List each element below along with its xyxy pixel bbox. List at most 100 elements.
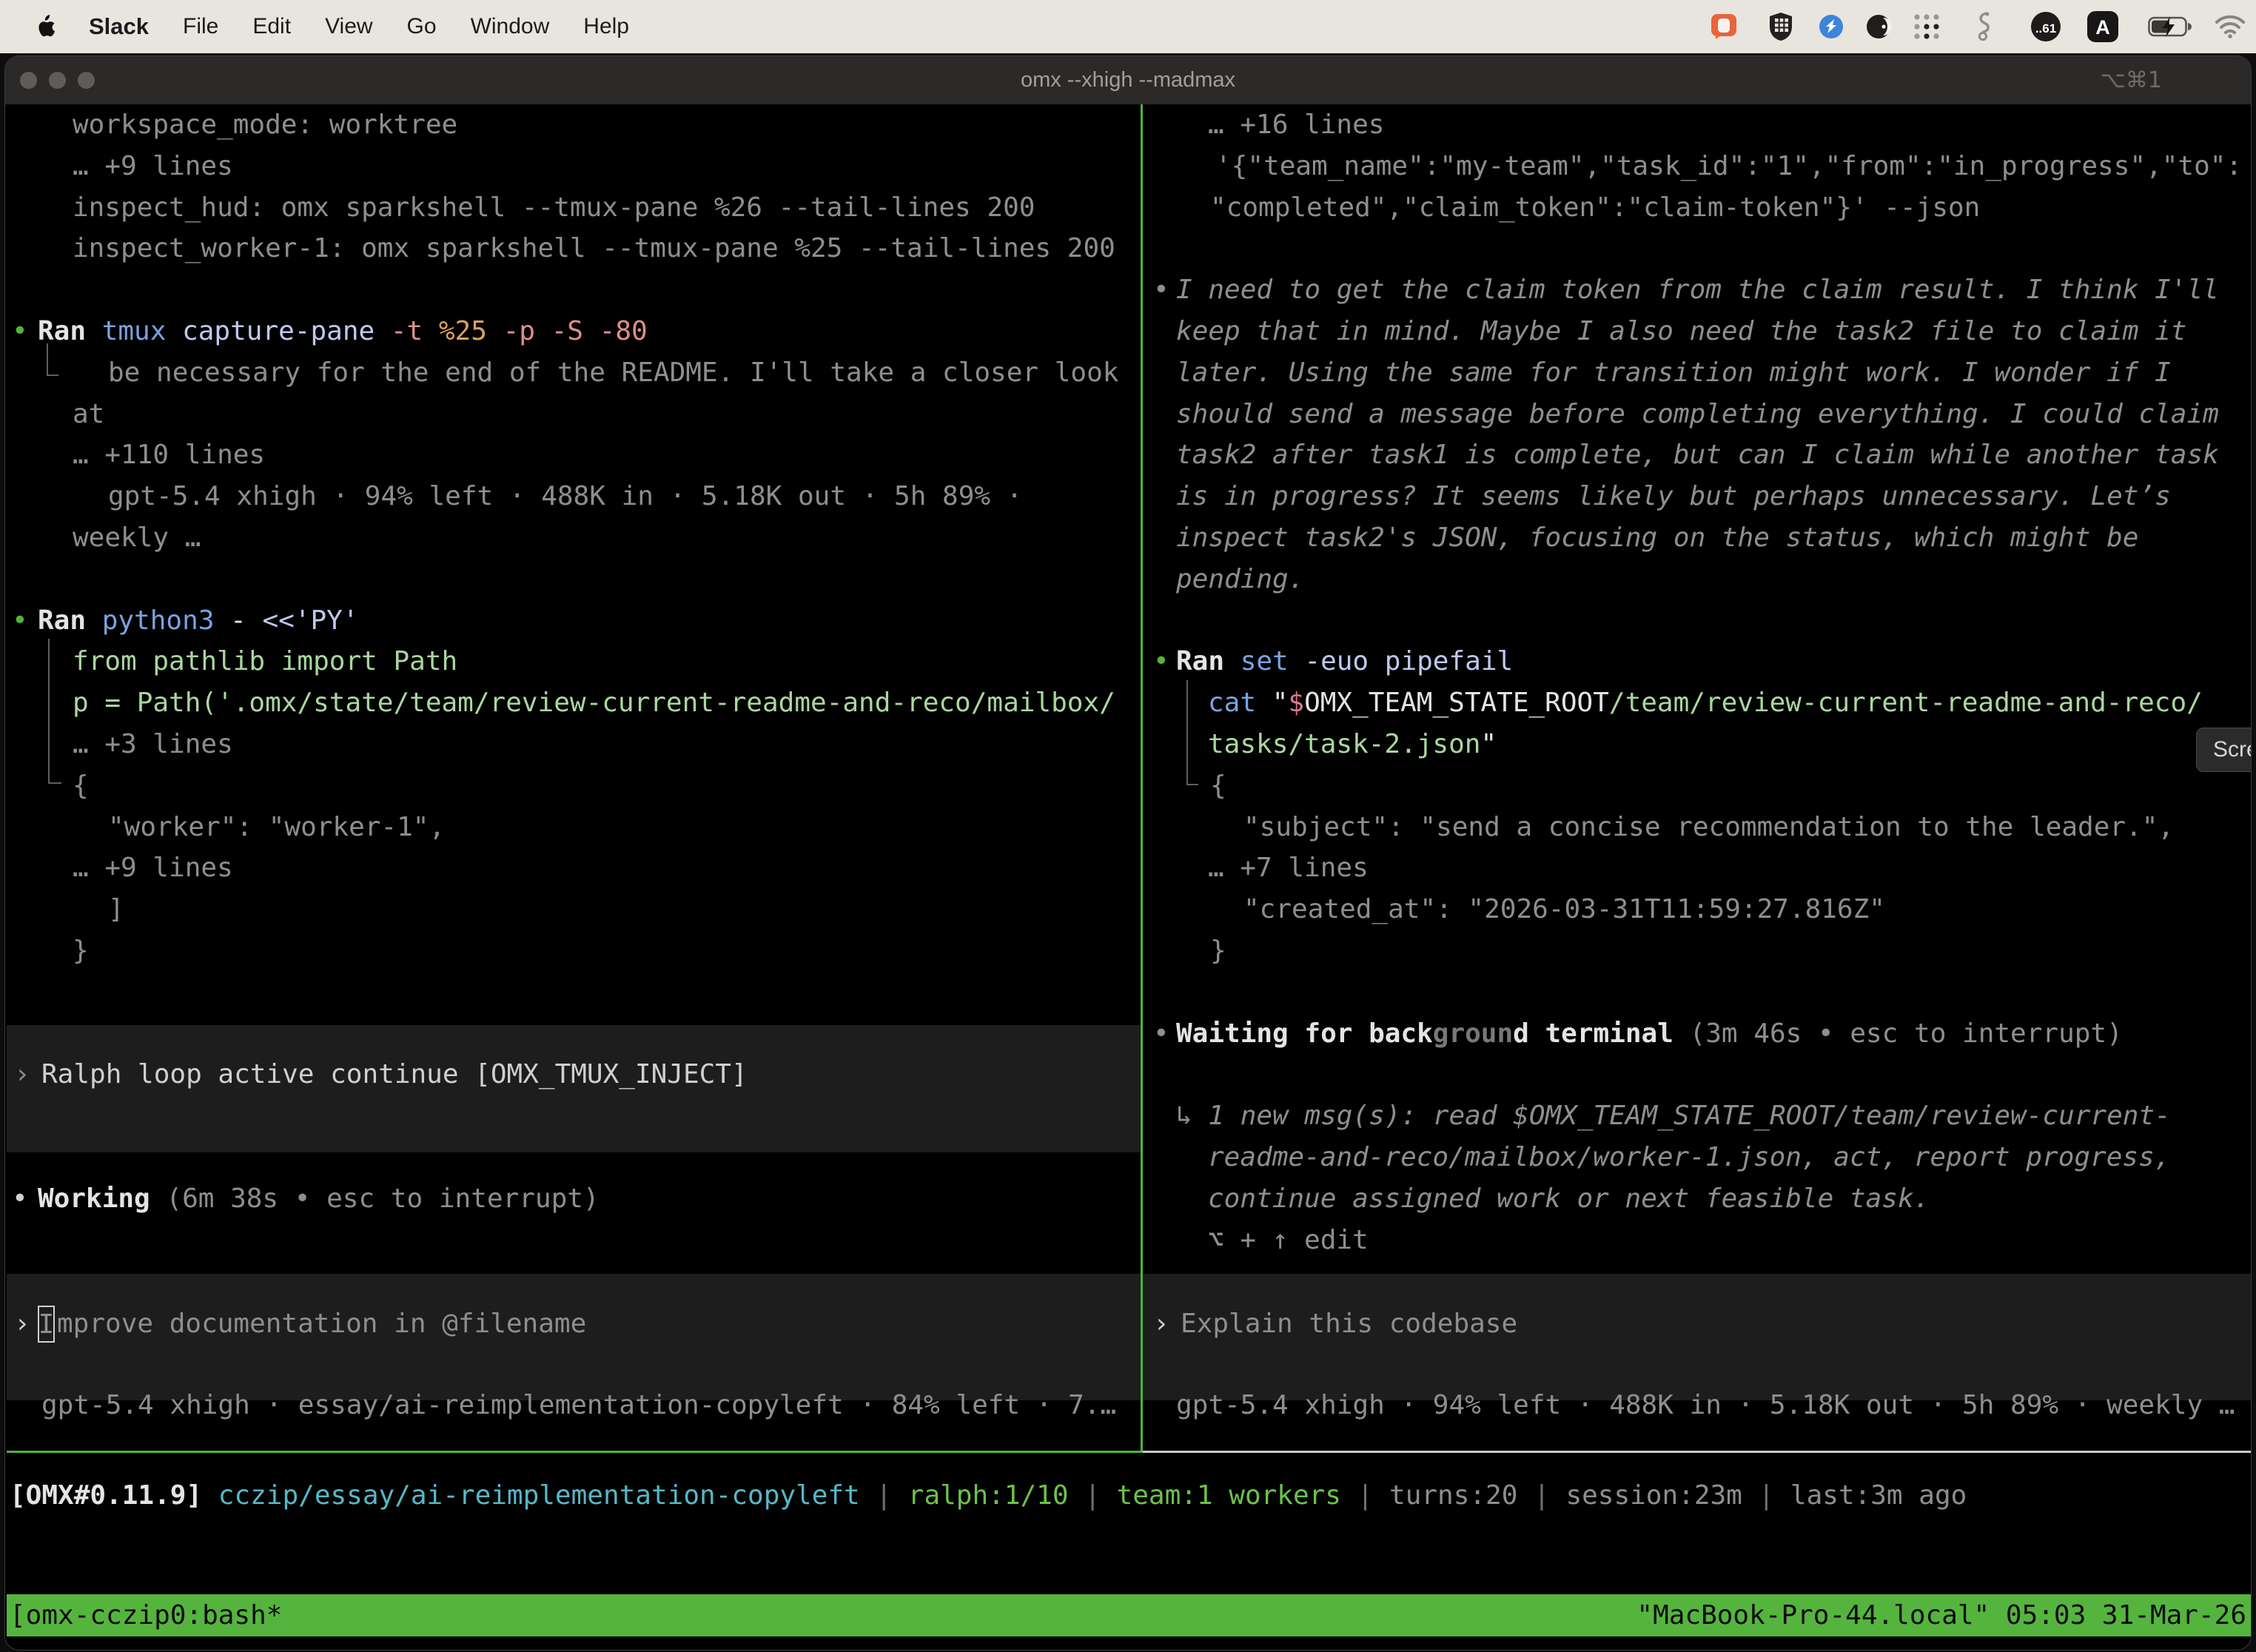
right-pane-line: } — [1210, 930, 1226, 972]
output-connector — [48, 639, 61, 784]
menu-item-file[interactable]: File — [183, 14, 218, 39]
left-pane-line: be necessary for the end of the README. … — [108, 352, 1118, 394]
badge-61-text: ..61 — [2035, 21, 2056, 36]
left-pane-line: weekly … — [73, 517, 201, 559]
right-pane-line: "subject": "send a concise recommendatio… — [1243, 807, 2174, 848]
tmux-session-label: [omx-cczip0:bash* — [7, 1594, 282, 1636]
right-pane-line: should send a message before completing … — [1176, 394, 2219, 435]
omx-bar-segment: [OMX#0.11.9] — [10, 1480, 202, 1511]
left-pane-status: gpt-5.4 xhigh · essay/ai-reimplementatio… — [41, 1385, 1116, 1426]
right-pane-line: later. Using the same for transition mig… — [1176, 352, 2171, 394]
left-input-cursor[interactable]: I — [38, 1306, 55, 1343]
wifi-icon[interactable] — [2215, 15, 2246, 38]
squiggle-icon[interactable] — [1972, 10, 1994, 43]
right-pane-line: • — [1153, 1013, 1169, 1055]
omx-bar-segment: | — [1341, 1480, 1389, 1511]
left-pane-line: … +9 lines — [73, 146, 233, 187]
left-pane-line: } — [73, 930, 89, 972]
tmux-status-bar: [omx-cczip0:bash* "MacBook-Pro-44.local"… — [7, 1594, 2251, 1636]
left-pane-line: … +110 lines — [73, 434, 265, 476]
cursor-char: I — [38, 1309, 55, 1340]
dots-grid-icon[interactable] — [1911, 11, 1942, 42]
left-pane-line: • — [12, 311, 28, 352]
right-input-placeholder[interactable]: Explain this codebase — [1181, 1303, 1517, 1345]
omx-bar-segment — [202, 1480, 218, 1511]
right-pane-line: keep that in mind. Maybe I also need the… — [1176, 311, 2186, 352]
terminal-window: omx --xhigh --madmax ⌥⌘1 workspace_mode:… — [4, 56, 2252, 1651]
dark-crescent-icon[interactable] — [1865, 13, 1892, 40]
left-input-placeholder[interactable]: mprove documentation in @filename — [57, 1303, 586, 1345]
left-pane-line: … +3 lines — [73, 724, 233, 765]
left-pane-border — [7, 1451, 1141, 1453]
left-pane-line: Ran tmux capture-pane -t %25 -p -S -80 — [38, 311, 648, 352]
omx-bar-segment: | — [1742, 1480, 1790, 1511]
left-input-prompt: › — [14, 1303, 30, 1345]
menu-item-go[interactable]: Go — [407, 14, 437, 39]
right-pane-line: Ran set -euo pipefail — [1176, 641, 1513, 682]
left-pane-line: ] — [108, 889, 124, 930]
right-pane-line: tasks/task-2.json" — [1208, 724, 1497, 765]
right-pane-line: continue assigned work or next feasible … — [1208, 1178, 1930, 1220]
chat-app-icon[interactable] — [1710, 13, 1738, 41]
menu-item-view[interactable]: View — [325, 14, 372, 39]
terminal-content: workspace_mode: worktree… +9 linesinspec… — [4, 56, 2252, 1651]
keyboard-a-icon[interactable]: A — [2086, 10, 2120, 44]
right-pane-line: ↳ 1 new msg(s): read $OMX_TEAM_STATE_ROO… — [1176, 1095, 2171, 1137]
right-pane-line: … +7 lines — [1208, 847, 1369, 889]
left-pane-line: • — [12, 1178, 28, 1220]
omx-bar-segment: | — [1517, 1480, 1565, 1511]
keyboard-a-text: A — [2095, 16, 2110, 38]
left-pane-line: inspect_worker-1: omx sparkshell --tmux-… — [73, 228, 1115, 269]
pane-divider[interactable] — [1141, 104, 1143, 1453]
blue-badge-icon[interactable] — [1818, 13, 1844, 40]
left-pane-line: { — [73, 765, 89, 807]
right-pane-border — [1143, 1451, 2251, 1453]
left-pane-line: Working (6m 38s • esc to interrupt) — [38, 1178, 600, 1220]
right-pane-line: is in progress? It seems likely but perh… — [1176, 476, 2171, 517]
omx-bar-segment: turns:20 — [1389, 1480, 1517, 1511]
apple-menu-icon[interactable] — [36, 15, 55, 38]
right-pane-line: "created_at": "2026-03-31T11:59:27.816Z" — [1243, 889, 1885, 930]
right-pane-line: { — [1210, 765, 1226, 807]
right-pane-line: … +16 lines — [1208, 104, 1384, 146]
right-pane-line: Waiting for background terminal (3m 46s … — [1176, 1013, 2123, 1055]
right-pane-line: '{"team_name":"my-team","task_id":"1","f… — [1215, 146, 2242, 187]
badge-61-icon[interactable]: ..61 — [2030, 11, 2062, 42]
left-pane-line: at — [73, 394, 104, 435]
menu-item-help[interactable]: Help — [583, 14, 629, 39]
right-pane-line: task2 after task1 is complete, but can I… — [1176, 434, 2219, 476]
output-connector — [47, 343, 58, 376]
left-pane-line: gpt-5.4 xhigh · 94% left · 488K in · 5.1… — [108, 476, 1022, 517]
menu-app-name[interactable]: Slack — [89, 13, 149, 40]
left-pane-line: … +9 lines — [73, 847, 233, 889]
left-pane-line: • — [12, 600, 28, 642]
right-pane-line: readme-and-reco/mailbox/worker-1.json, a… — [1208, 1137, 2170, 1178]
right-pane-line: cat "$OMX_TEAM_STATE_ROOT/team/review-cu… — [1208, 682, 2203, 724]
omx-bar-segment: team:1 workers — [1117, 1480, 1341, 1511]
omx-bar-segment: | — [1069, 1480, 1117, 1511]
omx-bar-segment: last:3m ago — [1790, 1480, 1967, 1511]
left-pane-line: "worker": "worker-1", — [108, 807, 445, 848]
left-pane-line: p = Path('.omx/state/team/review-current… — [73, 682, 1115, 724]
shield-grid-icon[interactable] — [1767, 12, 1794, 41]
screen-tooltip: Scre — [2196, 728, 2252, 772]
omx-bar-segment: | — [860, 1480, 908, 1511]
left-pane-line: inspect_hud: omx sparkshell --tmux-pane … — [73, 187, 1035, 229]
right-pane-line: ⌥ + ↑ edit — [1208, 1220, 1369, 1261]
left-pane-line: workspace_mode: worktree — [73, 104, 457, 146]
omx-status-bar: [OMX#0.11.9] cczip/essay/ai-reimplementa… — [10, 1475, 1967, 1517]
right-pane-line: • — [1153, 269, 1169, 311]
right-pane-line: inspect task2's JSON, focusing on the st… — [1176, 517, 2138, 559]
left-pane-line: Ran python3 - <<'PY' — [38, 600, 359, 642]
output-connector — [1186, 680, 1198, 785]
right-pane-line: • — [1153, 641, 1169, 682]
left-pane-line: Ralph loop active continue [OMX_TMUX_INJ… — [41, 1054, 748, 1095]
tmux-host-clock: "MacBook-Pro-44.local" 05:03 31-Mar-26 — [1636, 1594, 2251, 1636]
battery-charging-icon[interactable] — [2148, 15, 2194, 38]
omx-bar-segment: cczip/essay/ai-reimplementation-copyleft — [218, 1480, 860, 1511]
menu-item-window[interactable]: Window — [471, 14, 550, 39]
menu-item-edit[interactable]: Edit — [252, 14, 291, 39]
left-pane-line: from pathlib import Path — [73, 641, 457, 682]
omx-bar-segment: ralph:1/10 — [908, 1480, 1069, 1511]
left-pane-line: › — [14, 1054, 30, 1095]
